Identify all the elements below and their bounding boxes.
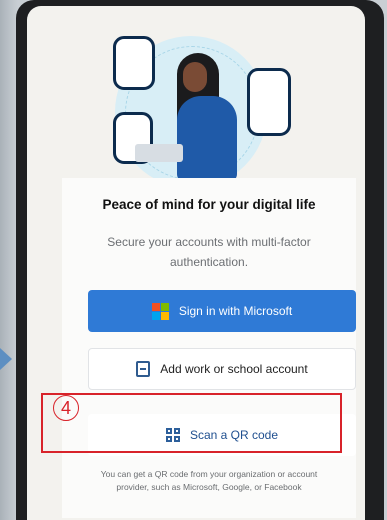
page-title: Peace of mind for your digital life <box>102 197 316 212</box>
phone-card-icon <box>113 36 155 90</box>
microsoft-logo-icon <box>151 302 169 320</box>
qr-highlight-box <box>41 393 342 453</box>
add-work-school-account-label: Add work or school account <box>160 362 308 376</box>
step-badge: 4 <box>53 395 79 421</box>
qr-hint-text: You can get a QR code from your organiza… <box>100 469 318 492</box>
lock-phone-icon <box>247 68 291 136</box>
laptop-icon <box>135 144 183 162</box>
arrow-right-icon <box>0 348 12 370</box>
person-face <box>183 62 207 92</box>
person-body <box>177 96 237 182</box>
work-account-icon <box>136 361 151 377</box>
auth-panel: Peace of mind for your digital life Secu… <box>62 178 356 518</box>
add-work-school-account-button[interactable]: Add work or school account <box>88 348 356 390</box>
page-subtitle: Secure your accounts with multi-factor a… <box>107 235 311 269</box>
sign-in-microsoft-button[interactable]: Sign in with Microsoft <box>88 290 356 332</box>
sign-in-microsoft-label: Sign in with Microsoft <box>178 304 293 318</box>
